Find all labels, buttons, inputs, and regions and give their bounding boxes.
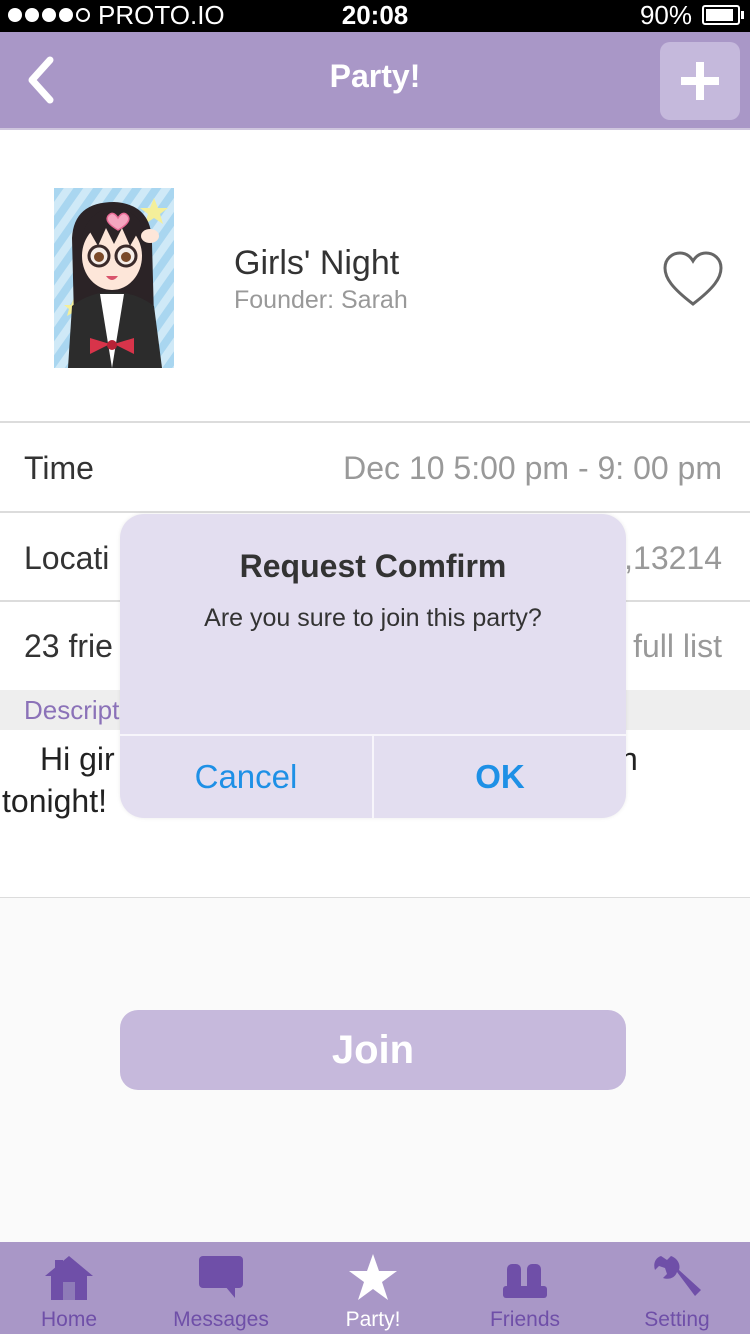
- description-label: Descript: [24, 695, 120, 725]
- location-label: Locati: [24, 540, 110, 576]
- page-title: Party!: [329, 58, 421, 94]
- tab-messages-label: Messages: [173, 1308, 269, 1331]
- star-icon: [349, 1254, 397, 1300]
- friends-count: 23 frie: [24, 628, 113, 664]
- full-list-link[interactable]: full list: [633, 628, 722, 665]
- party-founder: Founder: Sarah: [234, 286, 408, 314]
- battery-indicator: 90%: [639, 0, 744, 30]
- heart-icon: [663, 251, 723, 306]
- join-button[interactable]: Join: [120, 1010, 626, 1090]
- tab-setting[interactable]: Setting: [602, 1242, 750, 1334]
- wrench-icon: [654, 1256, 701, 1296]
- ok-button[interactable]: OK: [374, 736, 626, 818]
- description-line-1: Hi gir: [40, 741, 115, 777]
- tab-bar: Home Messages Party! Friends Setting: [0, 1242, 750, 1334]
- divider: [0, 421, 750, 423]
- cancel-button[interactable]: Cancel: [120, 736, 372, 818]
- message-icon: [199, 1256, 243, 1298]
- divider: [0, 511, 750, 513]
- tab-home[interactable]: Home: [0, 1242, 144, 1334]
- description-line-2: tonight!: [2, 783, 107, 819]
- favorite-button[interactable]: [662, 250, 724, 308]
- party-name: Girls' Night: [234, 244, 400, 282]
- party-avatar: [54, 188, 174, 368]
- tab-messages[interactable]: Messages: [146, 1242, 296, 1334]
- tab-setting-label: Setting: [644, 1308, 710, 1331]
- friends-icon: [503, 1264, 547, 1298]
- tab-friends-label: Friends: [489, 1308, 561, 1331]
- home-icon: [45, 1256, 93, 1300]
- location-value: ,13214: [624, 540, 722, 576]
- dialog-title: Request Comfirm: [239, 548, 507, 584]
- tab-party-label: Party!: [345, 1308, 401, 1331]
- tab-home-label: Home: [40, 1308, 98, 1331]
- battery-icon: [702, 5, 744, 25]
- tab-party[interactable]: Party!: [298, 1242, 448, 1334]
- time-value: Dec 10 5:00 pm - 9: 00 pm: [343, 450, 722, 486]
- battery-percent: 90%: [639, 0, 692, 30]
- nav-bar: Party!: [0, 32, 750, 130]
- add-button[interactable]: [660, 42, 740, 120]
- plus-icon: [681, 62, 719, 100]
- time-label: Time: [24, 450, 94, 486]
- confirm-dialog: Request Comfirm Are you sure to join thi…: [120, 514, 626, 818]
- dialog-message: Are you sure to join this party?: [204, 604, 542, 632]
- tab-friends[interactable]: Friends: [450, 1242, 600, 1334]
- status-bar: PROTO.IO 20:08 90%: [0, 0, 750, 32]
- status-time: 20:08: [341, 0, 409, 30]
